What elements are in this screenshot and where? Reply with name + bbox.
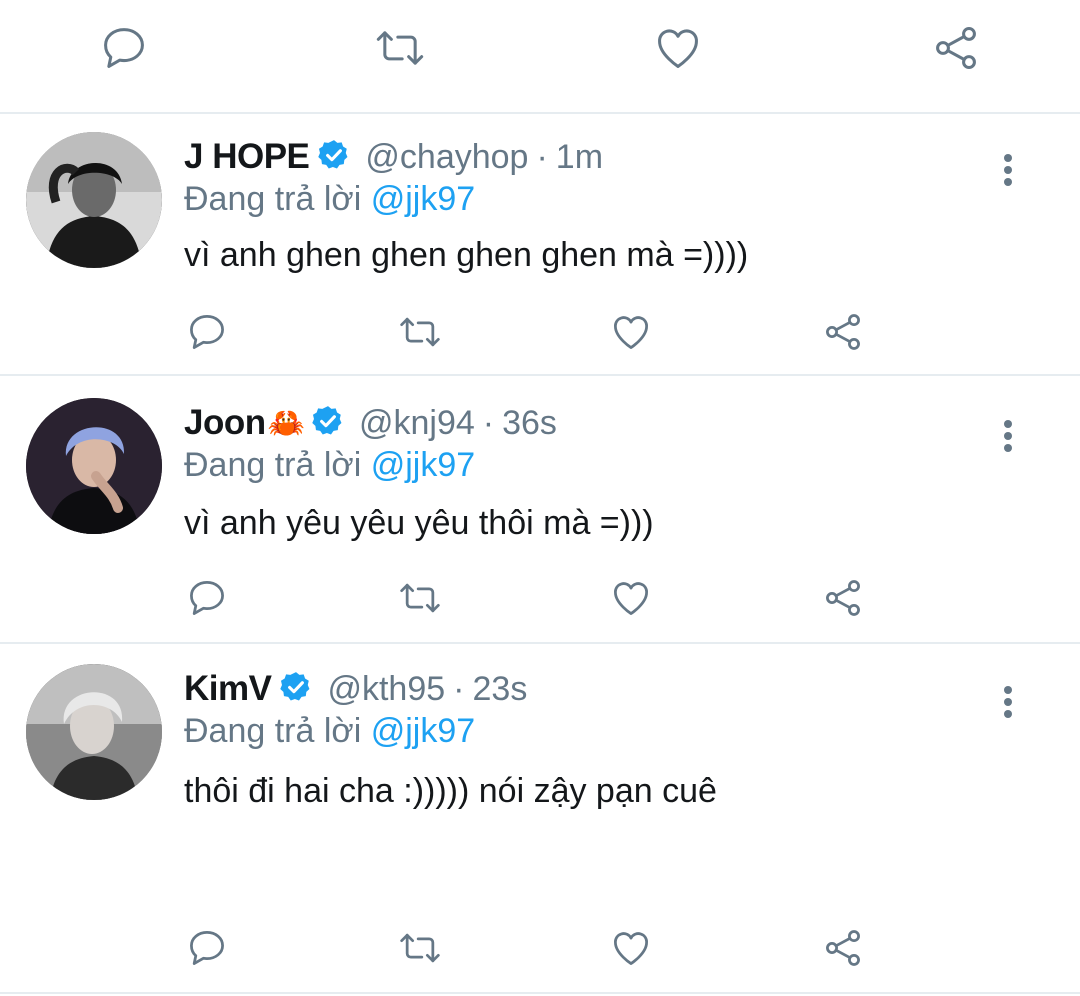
share-button[interactable] bbox=[928, 18, 984, 78]
reply-icon bbox=[98, 22, 150, 74]
reply-button[interactable] bbox=[184, 302, 230, 362]
replying-to-label: Đang trả lời bbox=[184, 712, 362, 750]
retweet-icon bbox=[395, 310, 445, 354]
retweet-icon bbox=[370, 22, 430, 74]
tweet-text: thôi đi hai cha :))))) nói zậy pạn cuê bbox=[184, 772, 717, 810]
mention-link[interactable]: @jjk97 bbox=[371, 712, 475, 750]
retweet-button[interactable] bbox=[368, 18, 432, 78]
share-icon bbox=[821, 576, 865, 620]
verified-badge-icon bbox=[317, 138, 351, 177]
reply-button[interactable] bbox=[184, 568, 230, 628]
retweet-button[interactable] bbox=[394, 568, 446, 628]
more-options-button[interactable] bbox=[988, 150, 1028, 190]
reply-icon bbox=[185, 310, 229, 354]
share-button[interactable] bbox=[820, 918, 866, 978]
divider bbox=[0, 642, 1080, 644]
more-vertical-icon bbox=[1002, 152, 1014, 188]
display-name[interactable]: Joon bbox=[184, 403, 266, 443]
tweet-actions bbox=[0, 918, 1080, 978]
divider bbox=[0, 374, 1080, 376]
tweet-actions bbox=[0, 568, 1080, 628]
more-options-button[interactable] bbox=[988, 682, 1028, 722]
heart-icon bbox=[609, 576, 653, 620]
user-handle[interactable]: @kth95 bbox=[327, 670, 445, 709]
separator-dot: · bbox=[453, 669, 465, 708]
display-name[interactable]: KimV bbox=[184, 669, 272, 709]
verified-badge-icon bbox=[279, 670, 313, 709]
tweet-item[interactable]: J HOPE @chayhop · 1m Đang trả lời @jjk97… bbox=[0, 132, 1080, 372]
reply-button[interactable] bbox=[184, 918, 230, 978]
reply-button[interactable] bbox=[96, 18, 152, 78]
share-icon bbox=[821, 310, 865, 354]
avatar[interactable] bbox=[26, 664, 162, 800]
heart-icon bbox=[609, 310, 653, 354]
like-button[interactable] bbox=[608, 302, 654, 362]
avatar[interactable] bbox=[26, 132, 162, 268]
divider bbox=[0, 992, 1080, 994]
share-icon bbox=[821, 926, 865, 970]
user-handle[interactable]: @knj94 bbox=[359, 404, 475, 443]
retweet-button[interactable] bbox=[394, 302, 446, 362]
retweet-icon bbox=[395, 926, 445, 970]
share-button[interactable] bbox=[820, 302, 866, 362]
more-vertical-icon bbox=[1002, 418, 1014, 454]
name-emoji: 🦀 bbox=[267, 406, 305, 440]
tweet-header: J HOPE @chayhop · 1m bbox=[184, 132, 603, 182]
retweet-icon bbox=[395, 576, 445, 620]
more-vertical-icon bbox=[1002, 684, 1014, 720]
timestamp[interactable]: 1m bbox=[556, 138, 603, 177]
tweet-header: Joon 🦀 @knj94 · 36s bbox=[184, 398, 557, 448]
like-button[interactable] bbox=[608, 568, 654, 628]
reply-icon bbox=[185, 576, 229, 620]
more-options-button[interactable] bbox=[988, 416, 1028, 456]
tweet-header: KimV @kth95 · 23s bbox=[184, 664, 527, 714]
heart-icon bbox=[609, 926, 653, 970]
like-button[interactable] bbox=[608, 918, 654, 978]
tweet-text: vì anh yêu yêu yêu thôi mà =))) bbox=[184, 504, 654, 542]
share-icon bbox=[930, 22, 982, 74]
tweet-item[interactable]: Joon 🦀 @knj94 · 36s Đang trả lời @jjk97 … bbox=[0, 398, 1080, 638]
heart-icon bbox=[652, 22, 704, 74]
tweet-text: vì anh ghen ghen ghen ghen mà =)))) bbox=[184, 236, 749, 274]
separator-dot: · bbox=[536, 137, 548, 176]
replying-to: Đang trả lời @jjk97 bbox=[184, 712, 475, 751]
mention-link[interactable]: @jjk97 bbox=[371, 446, 475, 484]
tweet-item[interactable]: KimV @kth95 · 23s Đang trả lời @jjk97 th… bbox=[0, 664, 1080, 984]
mention-link[interactable]: @jjk97 bbox=[371, 180, 475, 218]
replying-to: Đang trả lời @jjk97 bbox=[184, 446, 475, 485]
separator-dot: · bbox=[482, 403, 495, 442]
tweet-actions bbox=[0, 302, 1080, 362]
timestamp[interactable]: 23s bbox=[473, 670, 528, 709]
divider bbox=[0, 112, 1080, 114]
retweet-button[interactable] bbox=[394, 918, 446, 978]
share-button[interactable] bbox=[820, 568, 866, 628]
replying-to: Đang trả lời @jjk97 bbox=[184, 180, 475, 219]
reply-icon bbox=[185, 926, 229, 970]
display-name[interactable]: J HOPE bbox=[184, 137, 310, 177]
top-action-bar bbox=[0, 18, 1080, 78]
user-handle[interactable]: @chayhop bbox=[365, 138, 528, 177]
replying-to-label: Đang trả lời bbox=[184, 446, 362, 484]
verified-badge-icon bbox=[311, 404, 345, 443]
avatar[interactable] bbox=[26, 398, 162, 534]
like-button[interactable] bbox=[650, 18, 706, 78]
replying-to-label: Đang trả lời bbox=[184, 180, 362, 218]
timestamp[interactable]: 36s bbox=[502, 404, 557, 443]
